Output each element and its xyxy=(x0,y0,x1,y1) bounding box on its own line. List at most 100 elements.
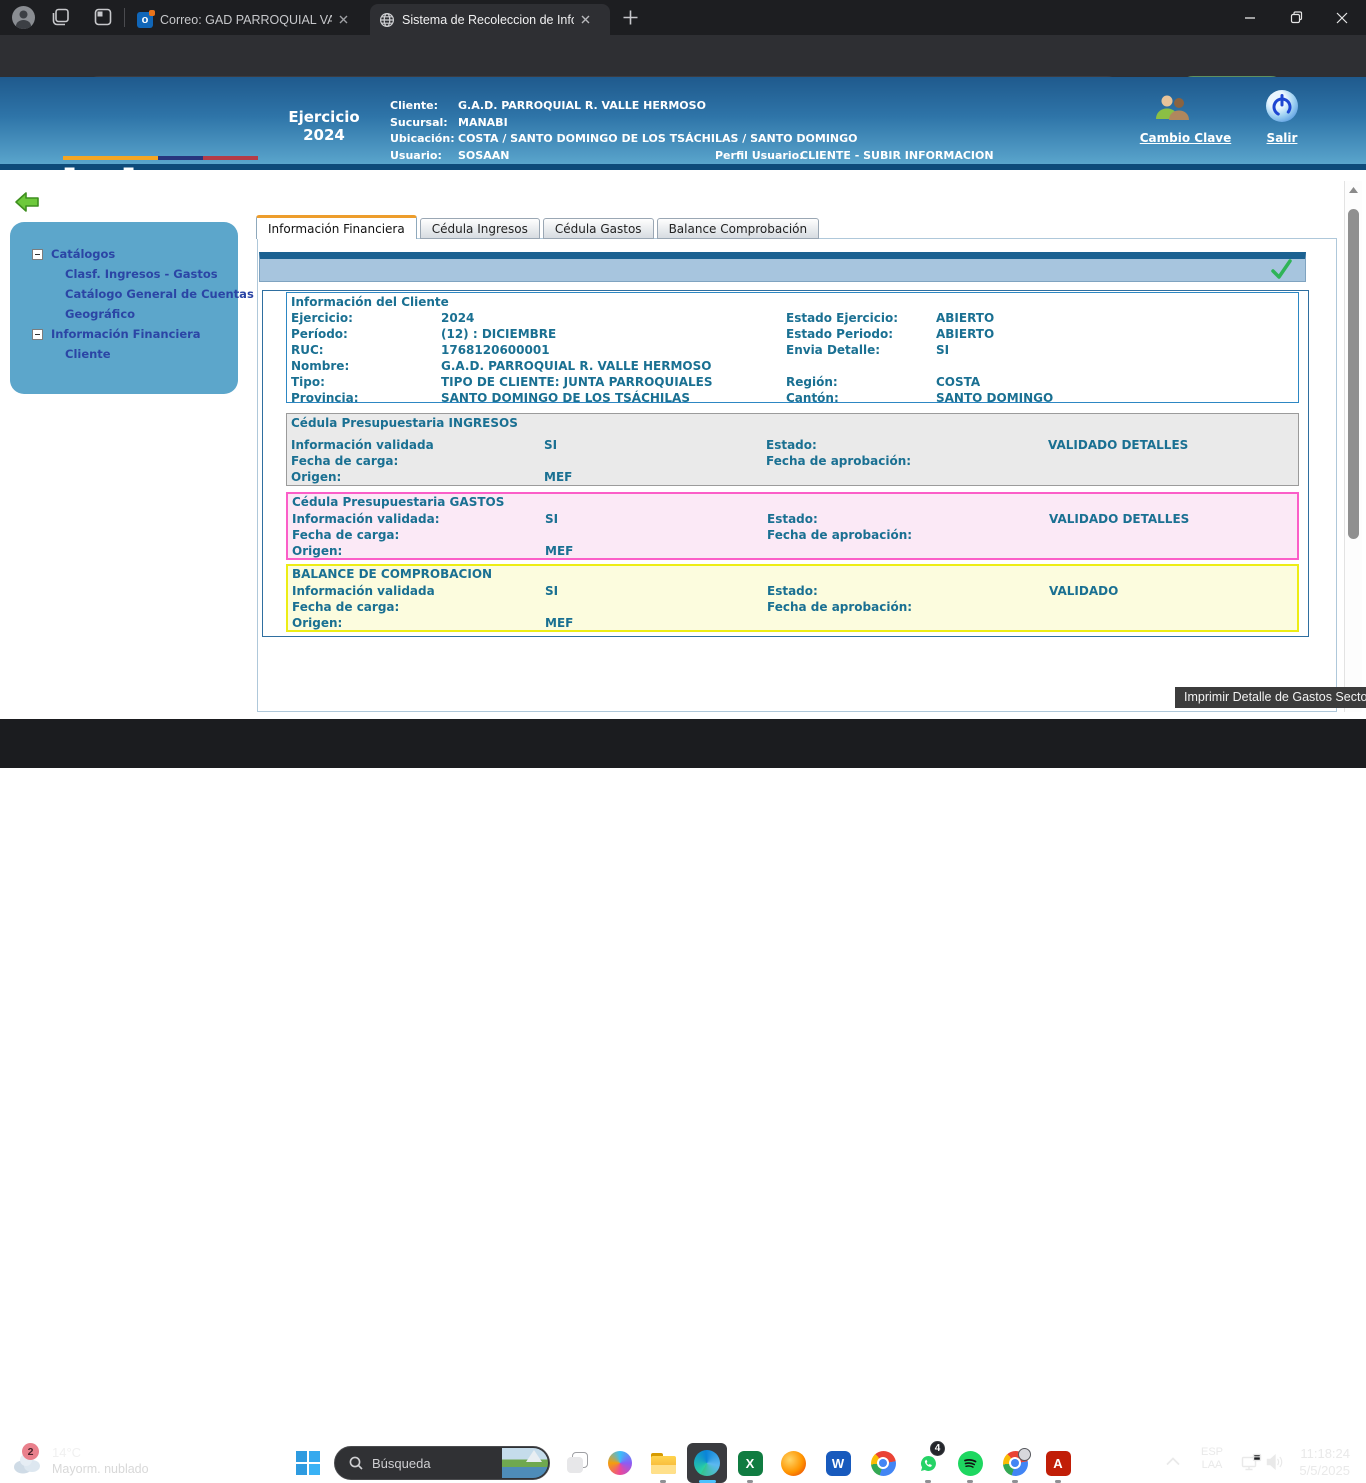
field-value: VALIDADO DETALLES xyxy=(1048,438,1298,452)
task-view-button[interactable] xyxy=(558,1443,598,1483)
tree-node-cliente[interactable]: Cliente xyxy=(32,344,238,364)
cambio-clave-icon[interactable] xyxy=(1152,93,1192,123)
field-row: Información validada:SIEstado:VALIDADO D… xyxy=(288,511,1297,527)
whatsapp-badge: 4 xyxy=(930,1441,945,1456)
tree-node-geografico[interactable]: Geográfico xyxy=(32,304,238,324)
profile-avatar-icon[interactable] xyxy=(12,6,35,29)
logo-tricolor-bar xyxy=(63,156,258,160)
field-label: Estado: xyxy=(767,584,1049,598)
bde-logo: bde xyxy=(60,159,172,224)
field-label: Origen: xyxy=(291,470,544,484)
ubicacion-label: Ubicación: xyxy=(390,132,455,145)
start-button[interactable] xyxy=(296,1451,320,1475)
content-tabstrip: Información Financiera Cédula Ingresos C… xyxy=(256,215,819,239)
field-label: Fecha de aprobación: xyxy=(766,454,1048,468)
new-tab-icon[interactable] xyxy=(622,9,639,26)
tray-chevron-icon[interactable] xyxy=(1166,1457,1180,1466)
chrome-profile-icon[interactable] xyxy=(995,1443,1035,1483)
field-label: Información validada: xyxy=(292,512,545,526)
cliente-label: Cliente: xyxy=(390,99,438,112)
scrollbar-thumb[interactable] xyxy=(1348,209,1359,539)
collapse-icon[interactable] xyxy=(32,329,43,340)
field-label: Ejercicio: xyxy=(291,311,441,325)
search-icon xyxy=(349,1456,363,1470)
tab-cedula-ingresos[interactable]: Cédula Ingresos xyxy=(420,218,540,239)
field-value: ABIERTO xyxy=(936,327,1298,341)
browser-tab-correo[interactable]: o Correo: GAD PARROQUIAL VALLE xyxy=(128,4,366,35)
panel-title: Cédula Presupuestaria INGRESOS xyxy=(287,414,1298,431)
tab-balance-comprobacion[interactable]: Balance Comprobación xyxy=(657,218,820,239)
tab-cedula-gastos[interactable]: Cédula Gastos xyxy=(543,218,654,239)
ejercicio-year: 2024 xyxy=(278,126,370,144)
perfil-value: CLIENTE - SUBIR INFORMACION xyxy=(800,149,994,162)
field-label: Estado: xyxy=(767,512,1049,526)
tree-node-catalogos[interactable]: Catálogos xyxy=(32,244,238,264)
field-value: COSTA xyxy=(936,375,1298,389)
field-row: Origen:MEF xyxy=(288,543,1297,559)
copilot-taskbar-icon[interactable] xyxy=(600,1443,640,1483)
tab-label: Información Financiera xyxy=(268,222,405,236)
tree-node-catalogo-general[interactable]: Catálogo General de Cuentas xyxy=(32,284,238,304)
search-box[interactable]: Búsqueda xyxy=(334,1446,550,1480)
acrobat-icon[interactable]: A xyxy=(1038,1443,1078,1483)
field-label: Estado: xyxy=(766,438,1048,452)
restore-button[interactable] xyxy=(1275,0,1317,35)
tree-label: Geográfico xyxy=(65,307,135,321)
tab-label: Balance Comprobación xyxy=(669,222,808,236)
field-value: 2024 xyxy=(441,311,786,325)
tab-actions-icon[interactable] xyxy=(94,8,112,26)
minimize-button[interactable] xyxy=(1229,0,1271,35)
workspaces-icon[interactable] xyxy=(52,8,70,26)
firefox-icon[interactable] xyxy=(773,1443,813,1483)
ejercicio-label: Ejercicio xyxy=(278,108,370,126)
collapse-icon[interactable] xyxy=(32,249,43,260)
tab-label: Cédula Ingresos xyxy=(432,222,528,236)
close-window-button[interactable] xyxy=(1321,0,1363,35)
clock-widget[interactable]: 11:18:24 5/5/2025 xyxy=(1299,1445,1350,1479)
sucursal-value: MANABI xyxy=(458,116,508,129)
network-icon[interactable] xyxy=(1241,1453,1263,1472)
speaker-icon[interactable] xyxy=(1266,1454,1285,1470)
cambio-clave-link[interactable]: Cambio Clave xyxy=(1128,131,1243,145)
field-label: Origen: xyxy=(292,616,545,630)
tree-node-clasf-ingresos-gastos[interactable]: Clasf. Ingresos - Gastos xyxy=(32,264,238,284)
field-label: Región: xyxy=(786,375,936,389)
weather-temp: 14°C xyxy=(52,1445,81,1460)
field-label: RUC: xyxy=(291,343,441,357)
close-tab-icon[interactable] xyxy=(339,15,348,24)
tab-label: Cédula Gastos xyxy=(555,222,642,236)
excel-icon[interactable]: X xyxy=(730,1443,770,1483)
back-green-arrow-icon[interactable] xyxy=(14,190,41,214)
salir-link[interactable]: Salir xyxy=(1252,131,1312,145)
outlook-icon: o xyxy=(137,12,153,28)
spotify-icon[interactable] xyxy=(950,1443,990,1483)
browser-toolbar: https://consulta.bde.fin.ec/WebSim/Login… xyxy=(0,35,1366,77)
edge-taskbar-icon[interactable] xyxy=(687,1443,727,1483)
tray-time: 11:18:24 xyxy=(1299,1445,1350,1462)
file-explorer-icon[interactable] xyxy=(643,1443,683,1483)
field-value: 1768120600001 xyxy=(441,343,786,357)
search-placeholder: Búsqueda xyxy=(372,1456,431,1471)
ingresos-panel: Cédula Presupuestaria INGRESOS Informaci… xyxy=(286,413,1299,486)
field-label: Tipo: xyxy=(291,375,441,389)
tab-informacion-financiera[interactable]: Información Financiera xyxy=(256,215,417,239)
power-icon[interactable] xyxy=(1266,90,1298,122)
tab-title: Correo: GAD PARROQUIAL VALLE xyxy=(160,13,332,27)
field-value: ABIERTO xyxy=(936,311,1298,325)
ubicacion-value: COSTA / SANTO DOMINGO DE LOS TSÁCHILAS /… xyxy=(458,132,858,145)
word-icon[interactable]: W xyxy=(818,1443,858,1483)
tree-node-informacion-financiera[interactable]: Información Financiera xyxy=(32,324,238,344)
close-tab-icon[interactable] xyxy=(581,15,590,24)
language-indicator[interactable]: ESP LAA xyxy=(1193,1446,1231,1472)
browser-tab-sistema[interactable]: Sistema de Recoleccion de Inform xyxy=(370,4,610,35)
tree-label: Catálogo General de Cuentas xyxy=(65,287,254,301)
ejercicio-block: Ejercicio 2024 xyxy=(278,108,370,144)
field-row: Período:(12) : DICIEMBREEstado Periodo:A… xyxy=(287,326,1298,342)
field-label: Provincia: xyxy=(291,391,441,405)
field-label: Envia Detalle: xyxy=(786,343,936,357)
field-value: SI xyxy=(544,438,766,452)
chrome-icon[interactable] xyxy=(863,1443,903,1483)
scroll-up-icon[interactable] xyxy=(1349,187,1358,193)
vertical-scrollbar[interactable] xyxy=(1344,181,1362,712)
field-row: Fecha de carga:Fecha de aprobación: xyxy=(288,599,1297,615)
